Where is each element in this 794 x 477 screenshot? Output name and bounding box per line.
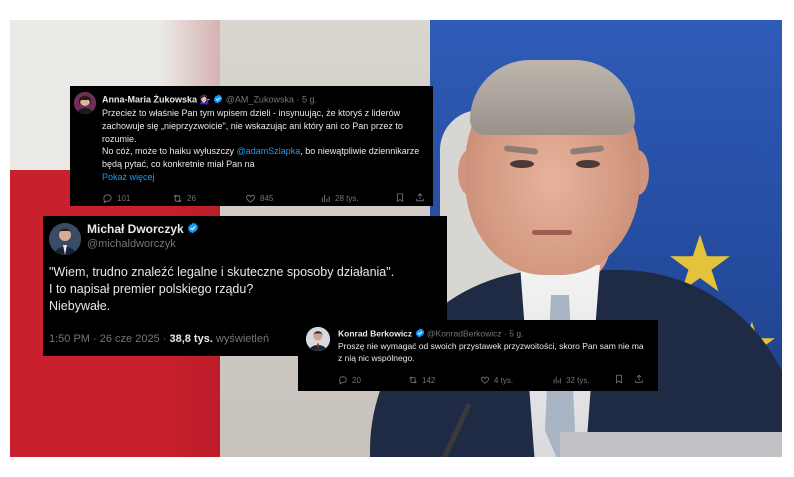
tweet-actions: 20 142 4 tys. 32 tys. <box>338 374 656 386</box>
repost-count: 142 <box>422 375 436 385</box>
tweet-line: I to napisał premier polskiego rządu? <box>49 282 254 296</box>
views-button[interactable]: 28 tys. <box>320 193 395 204</box>
timestamp[interactable]: 1:50 PM · 26 cze 2025 · <box>49 333 169 345</box>
person-eye <box>510 160 534 168</box>
avatar[interactable] <box>74 92 96 114</box>
author-name[interactable]: Anna-Maria Żukowska <box>102 94 197 104</box>
person-eye <box>576 160 600 168</box>
author-handle[interactable]: @AM_Zukowska · 5 g. <box>226 94 317 104</box>
tweet-paragraph: Przecież to właśnie Pan tym wpisem dziel… <box>102 108 403 144</box>
tweet-paragraph: No cóż, może to haiku wyłuszczy @adamSzl… <box>102 145 422 171</box>
repost-count: 26 <box>187 194 196 203</box>
like-icon <box>245 193 256 204</box>
text-fragment: No cóż, może to haiku wyłuszczy <box>102 146 237 157</box>
author-name[interactable]: Konrad Berkowicz <box>338 328 412 338</box>
mention-link[interactable]: @adamSzlapka <box>237 146 301 156</box>
tweet-card-zukowska[interactable]: Anna-Maria Żukowska 💁🏻‍♀️ @AM_Zukowska ·… <box>70 86 433 206</box>
verified-badge-icon <box>187 222 199 237</box>
tweet-text: Przecież to właśnie Pan tym wpisem dziel… <box>102 107 422 184</box>
bookmark-icon[interactable] <box>395 192 415 205</box>
share-icon[interactable] <box>415 192 425 205</box>
tweet-text: "Wiem, trudno znaleźć legalne i skuteczn… <box>49 264 444 315</box>
desk <box>560 432 782 457</box>
views-count: 28 tys. <box>335 194 359 203</box>
like-button[interactable]: 4 tys. <box>480 375 552 385</box>
tweet-line: "Wiem, trudno znaleźć legalne i skuteczn… <box>49 265 395 279</box>
avatar[interactable] <box>306 327 330 351</box>
author-name-text: Michał Dworczyk <box>87 222 184 236</box>
views-button[interactable]: 32 tys. <box>552 375 614 385</box>
like-count: 845 <box>260 194 274 203</box>
views-count: 38,8 tys. <box>169 333 213 345</box>
author-handle[interactable]: @KonradBerkowicz · 5 g. <box>427 328 524 338</box>
tweet-header: Konrad Berkowicz @KonradBerkowicz · 5 g. <box>338 328 523 340</box>
reply-count: 101 <box>117 194 131 203</box>
tweet-header: Anna-Maria Żukowska 💁🏻‍♀️ @AM_Zukowska ·… <box>102 94 317 106</box>
views-icon <box>552 375 562 385</box>
tweet-line: Niebywałe. <box>49 299 111 313</box>
author-name[interactable]: Michał Dworczyk <box>87 222 199 237</box>
bookmark-icon[interactable] <box>614 374 634 386</box>
person-hair <box>470 60 635 135</box>
show-more-link[interactable]: Pokaż więcej <box>102 171 422 184</box>
share-icon[interactable] <box>634 374 644 386</box>
like-icon <box>480 375 490 385</box>
reply-icon <box>102 193 113 204</box>
verified-badge-icon <box>213 94 223 106</box>
views-count: 32 tys. <box>566 375 590 385</box>
reply-icon <box>338 375 348 385</box>
avatar[interactable] <box>49 223 81 255</box>
reply-button[interactable]: 101 <box>102 193 172 204</box>
repost-button[interactable]: 26 <box>172 193 245 204</box>
reply-count: 20 <box>352 375 361 385</box>
like-button[interactable]: 845 <box>245 193 320 204</box>
author-handle[interactable]: @michaldworczyk <box>87 238 176 250</box>
tweet-actions: 101 26 845 28 tys. <box>102 192 432 205</box>
emoji: 💁🏻‍♀️ <box>199 94 211 105</box>
repost-button[interactable]: 142 <box>408 375 480 385</box>
repost-icon <box>172 193 183 204</box>
reply-button[interactable]: 20 <box>338 375 408 385</box>
tweet-text: Proszę nie wymagać od swoich przystawek … <box>338 341 644 363</box>
tweet-meta: 1:50 PM · 26 cze 2025 · 38,8 tys. wyświe… <box>49 333 269 345</box>
verified-badge-icon <box>415 328 425 340</box>
tweet-card-berkowicz[interactable]: Konrad Berkowicz @KonradBerkowicz · 5 g.… <box>298 320 658 391</box>
person-mouth <box>532 230 572 235</box>
like-count: 4 tys. <box>494 375 514 385</box>
views-icon <box>320 193 331 204</box>
repost-icon <box>408 375 418 385</box>
views-label: wyświetleń <box>212 333 270 345</box>
